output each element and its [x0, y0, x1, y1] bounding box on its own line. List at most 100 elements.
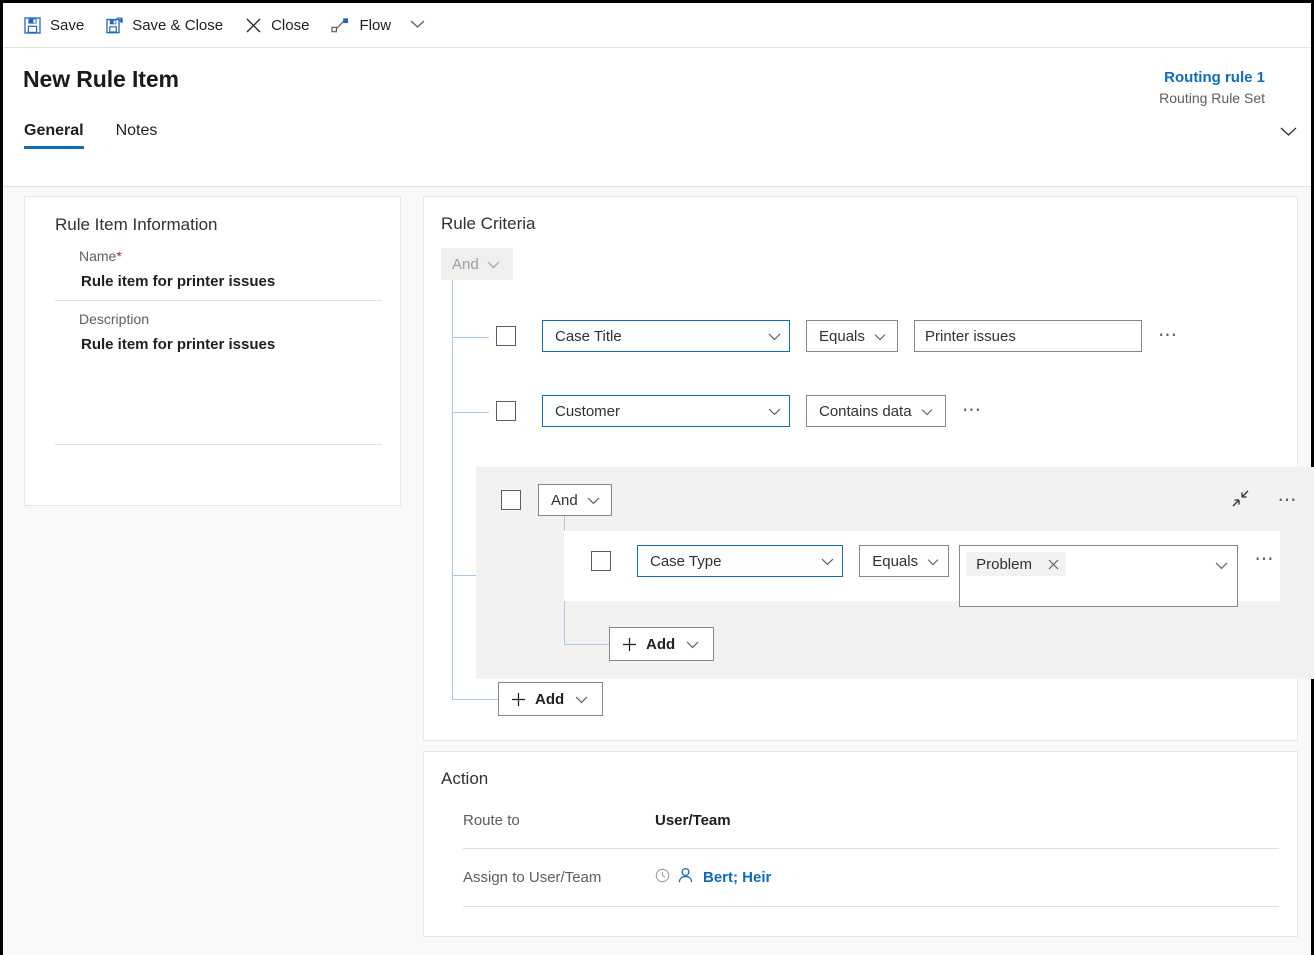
chevron-down-icon [921, 403, 933, 420]
criteria-row: Case Title Equals Printer issues ⋯ [496, 320, 1184, 352]
criteria-group-tools: ⋯ [1231, 489, 1304, 513]
route-to-row: Route to User/Team [424, 792, 1297, 848]
tree-trunk-line [452, 280, 453, 699]
header-record-summary: Routing rule 1 Routing Rule Set [1159, 68, 1265, 108]
close-icon[interactable] [1048, 559, 1059, 570]
attribute-dropdown-label: Case Title [555, 327, 622, 345]
name-label-text: Name [79, 248, 117, 264]
command-bar-overflow-button[interactable] [402, 3, 432, 47]
save-button-label: Save [50, 16, 85, 34]
description-field-value[interactable]: Rule item for printer issues [79, 327, 382, 363]
criteria-group-checkbox[interactable] [501, 490, 521, 510]
chevron-down-icon [768, 328, 781, 345]
group-add-button-label: Add [646, 635, 676, 653]
criteria-row: Customer Contains data ⋯ [496, 395, 988, 427]
name-field-label: Name* [79, 238, 382, 264]
name-field: Name* Rule item for printer issues [41, 238, 382, 300]
group-more-button[interactable]: ⋯ [1274, 491, 1304, 510]
collapse-icon[interactable] [1231, 489, 1250, 513]
attribute-dropdown-label: Customer [555, 402, 621, 420]
close-icon [245, 17, 262, 34]
form-tabs: General Notes [23, 122, 1311, 149]
chevron-down-icon [575, 691, 588, 708]
criteria-row-checkbox[interactable] [591, 551, 611, 571]
criteria-row-checkbox[interactable] [496, 401, 516, 421]
action-divider [463, 906, 1279, 907]
criteria-row: Case Type Equals Problem ⋯ [564, 531, 1281, 607]
row-more-button[interactable]: ⋯ [1251, 550, 1281, 569]
tree-branch-line [452, 412, 489, 413]
chevron-down-icon [927, 553, 939, 570]
flow-icon [331, 17, 350, 34]
group-branch-line [564, 644, 609, 645]
group-add-button[interactable]: Add [609, 627, 715, 661]
tree-branch-line [452, 337, 489, 338]
page-title: New Rule Item [23, 66, 179, 92]
header-expand-button[interactable] [1275, 120, 1301, 146]
close-button-label: Close [271, 16, 310, 34]
chevron-down-icon [686, 636, 699, 653]
rule-item-information-card: Rule Item Information Name* Rule item fo… [24, 196, 401, 506]
chevron-down-icon [410, 16, 425, 34]
plus-icon [511, 692, 526, 707]
operator-dropdown-label: Contains data [819, 402, 912, 420]
flow-button[interactable]: Flow [320, 3, 402, 47]
chevron-down-icon [821, 553, 834, 570]
root-operator-dropdown[interactable]: And [441, 248, 513, 280]
attribute-dropdown[interactable]: Case Title [542, 320, 790, 352]
attribute-dropdown[interactable]: Case Type [637, 545, 844, 577]
name-field-value[interactable]: Rule item for printer issues [79, 264, 382, 300]
rule-item-information-title: Rule Item Information [55, 215, 218, 234]
action-card: Action Route to User/Team Assign to User… [423, 751, 1298, 937]
lookup-icons [655, 867, 694, 889]
rule-criteria-card: Rule Criteria And Case Title Equals Prin… [423, 196, 1314, 741]
root-operator-label: And [452, 255, 479, 273]
operator-dropdown-label: Equals [872, 552, 919, 570]
chevron-down-icon[interactable] [1215, 557, 1228, 575]
command-bar: Save Save & Close Close Flow [3, 3, 1311, 48]
group-operator-label: And [551, 491, 578, 509]
tree-branch-line [452, 699, 498, 700]
group-operator-dropdown[interactable]: And [538, 484, 612, 516]
operator-dropdown[interactable]: Equals [859, 545, 950, 577]
operator-dropdown-label: Equals [819, 327, 865, 345]
route-to-value[interactable]: User/Team [655, 812, 731, 829]
assign-to-value[interactable]: Bert; Heir [703, 869, 771, 886]
tab-general[interactable]: General [24, 122, 90, 149]
description-field: Description Rule item for printer issues [41, 301, 382, 363]
attribute-dropdown-label: Case Type [650, 552, 722, 570]
close-button[interactable]: Close [234, 3, 320, 47]
field-divider [55, 444, 382, 445]
save-icon [24, 16, 41, 34]
value-tag: Problem [966, 552, 1066, 576]
route-to-label: Route to [463, 811, 520, 829]
assign-to-row: Assign to User/Team Bert; Heir [424, 849, 1297, 906]
recent-lookup-icon[interactable] [655, 868, 670, 888]
chevron-down-icon [768, 403, 781, 420]
row-more-button[interactable]: ⋯ [958, 401, 988, 420]
operator-dropdown[interactable]: Contains data [806, 395, 946, 427]
value-textbox[interactable]: Printer issues [914, 320, 1142, 352]
operator-dropdown[interactable]: Equals [806, 320, 898, 352]
form-body: Rule Item Information Name* Rule item fo… [3, 187, 1314, 955]
value-multiselect[interactable]: Problem [959, 545, 1238, 607]
description-field-label: Description [79, 311, 150, 327]
row-more-button[interactable]: ⋯ [1154, 326, 1184, 345]
assign-to-label: Assign to User/Team [463, 869, 602, 886]
criteria-row-checkbox[interactable] [496, 326, 516, 346]
save-and-close-button[interactable]: Save & Close [95, 3, 234, 47]
root-add-button[interactable]: Add [498, 682, 604, 716]
save-button[interactable]: Save [13, 3, 95, 47]
rule-criteria-title: Rule Criteria [441, 214, 536, 233]
value-tag-label: Problem [976, 555, 1032, 573]
attribute-dropdown[interactable]: Customer [542, 395, 790, 427]
app-frame: Save Save & Close Close Flow New Rule It… [0, 0, 1314, 955]
value-textbox-text: Printer issues [925, 327, 1016, 345]
header-record-name[interactable]: Routing rule 1 [1159, 68, 1265, 88]
criteria-group-header: And [476, 467, 1314, 516]
header-record-type: Routing Rule Set [1159, 90, 1265, 106]
tab-notes[interactable]: Notes [116, 122, 164, 149]
chevron-down-icon [587, 496, 600, 505]
chevron-down-icon [1280, 124, 1297, 142]
root-add-button-label: Add [535, 690, 565, 708]
